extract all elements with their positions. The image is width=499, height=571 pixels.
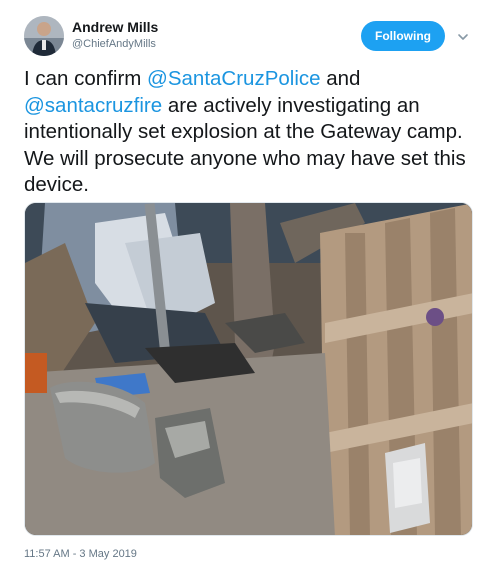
author-display-name[interactable]: Andrew Mills — [72, 19, 158, 35]
tweet-card: Andrew Mills @ChiefAndyMills Following I… — [0, 0, 499, 571]
tweet-text-segment: and — [320, 67, 361, 90]
tweet-text: I can confirm @SantaCruzPolice and @sant… — [24, 66, 476, 199]
avatar[interactable] — [24, 16, 64, 56]
following-button[interactable]: Following — [361, 21, 445, 51]
photo-scene — [25, 203, 472, 535]
tweet-text-segment: I can confirm — [24, 67, 148, 90]
tweet-photo[interactable] — [24, 202, 473, 536]
mention-santacruzpolice-link[interactable]: @SantaCruzPolice — [147, 67, 321, 90]
mention-santacruzfire-link[interactable]: @santacruzfire — [24, 94, 162, 117]
chevron-down-icon[interactable] — [456, 30, 470, 44]
tweet-timestamp[interactable]: 11:57 AM - 3 May 2019 — [24, 548, 137, 560]
avatar-photo — [24, 16, 64, 56]
author-handle[interactable]: @ChiefAndyMills — [72, 38, 156, 50]
